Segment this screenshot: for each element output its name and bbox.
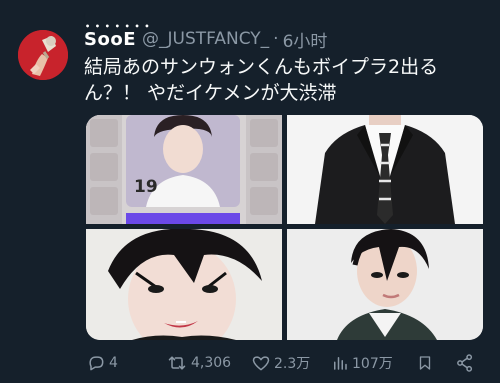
photo-closeup — [86, 229, 282, 340]
media-photo-2[interactable] — [287, 115, 483, 224]
tweet-text: 結局あのサンウォンくんもボイプラ2出る ん？！ やだイケメンが大渋滞 — [84, 54, 484, 106]
card-number: 19 — [134, 177, 158, 197]
display-name[interactable]: • • • • • • • SooE — [84, 22, 150, 50]
views-icon — [334, 357, 347, 370]
user-handle[interactable]: @_JUSTFANCY_ — [142, 29, 269, 49]
separator: · — [273, 29, 279, 49]
bookmark-icon — [419, 356, 431, 370]
avatar-image — [18, 30, 68, 80]
retweet-button[interactable]: 4,306 — [166, 352, 231, 374]
like-count: 2.3万 — [274, 356, 311, 372]
media-grid: 19 — [86, 115, 483, 340]
tweet-text-line: 結局あのサンウォンくんもボイプラ2出る — [84, 56, 439, 78]
views-button[interactable]: 107万 — [331, 352, 393, 374]
media-photo-4[interactable] — [287, 229, 483, 340]
media-photo-1[interactable]: 19 — [86, 115, 282, 224]
bookmark-button[interactable] — [416, 352, 437, 374]
photo-profile-card — [86, 115, 282, 224]
views-count: 107万 — [352, 356, 393, 372]
tweet[interactable]: • • • • • • • SooE @_JUSTFANCY_ · 6小时 結局… — [0, 0, 500, 383]
tweet-text-line: ん？！ やだイケメンが大渋滞 — [84, 82, 337, 104]
tweet-header: • • • • • • • SooE @_JUSTFANCY_ · 6小时 — [84, 22, 328, 52]
avatar[interactable] — [18, 30, 68, 80]
share-icon — [457, 354, 473, 372]
name-decoration: • • • • • • • — [85, 21, 151, 31]
retweet-count: 4,306 — [191, 355, 232, 371]
action-bar: 4 4,306 2.3万 107万 — [86, 352, 478, 374]
timestamp[interactable]: 6小时 — [283, 27, 328, 52]
reply-count: 4 — [109, 355, 118, 371]
reply-icon — [89, 356, 104, 371]
retweet-icon — [168, 356, 186, 370]
photo-portrait — [287, 229, 483, 340]
like-button[interactable]: 2.3万 — [251, 352, 310, 374]
photo-suit — [287, 115, 483, 224]
share-button[interactable] — [455, 352, 478, 374]
media-photo-3[interactable] — [86, 229, 282, 340]
reply-button[interactable]: 4 — [86, 352, 118, 374]
display-name-text: SooE — [84, 28, 136, 50]
like-icon — [252, 356, 270, 371]
